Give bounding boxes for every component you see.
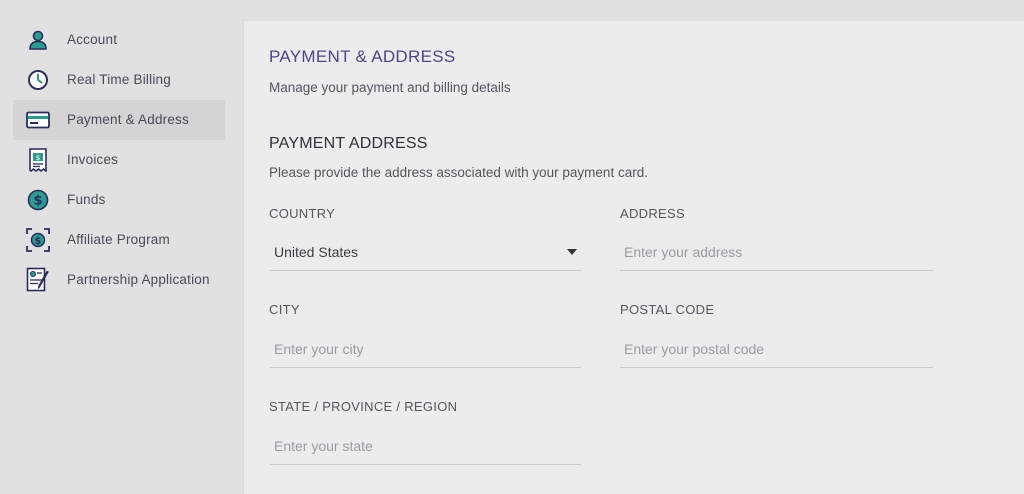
address-label: ADDRESS (620, 206, 685, 221)
sidebar-item-affiliate-program[interactable]: $ Affiliate Program (13, 220, 225, 260)
address-input[interactable] (620, 235, 933, 269)
main-panel: PAYMENT & ADDRESS Manage your payment an… (244, 21, 1024, 494)
state-input[interactable] (270, 429, 581, 463)
sidebar-item-funds[interactable]: $ Funds (13, 180, 225, 220)
dollar-coin-icon: $ (25, 188, 51, 212)
sidebar-item-label: Funds (67, 192, 106, 207)
address-field (620, 235, 933, 271)
sidebar-item-partnership-application[interactable]: Partnership Application (13, 260, 225, 300)
state-field (270, 429, 581, 465)
sidebar-item-label: Payment & Address (67, 112, 189, 127)
sidebar-item-account[interactable]: Account (13, 20, 225, 60)
sidebar-item-invoices[interactable]: $ Invoices (13, 140, 225, 180)
sidebar-item-label: Partnership Application (67, 272, 210, 287)
application-form-icon (25, 267, 51, 292)
state-label: STATE / PROVINCE / REGION (269, 399, 458, 414)
section-title: PAYMENT ADDRESS (269, 135, 428, 152)
sidebar-item-label: Account (67, 32, 118, 47)
sidebar-item-label: Real Time Billing (67, 72, 171, 87)
city-input[interactable] (270, 332, 581, 366)
sidebar-item-payment-address[interactable]: Payment & Address (13, 100, 225, 140)
city-label: CITY (269, 302, 300, 317)
sidebar: Account Real Time Billing Payment & Addr… (0, 0, 244, 494)
country-selected-value: United States (274, 244, 359, 260)
app-root: Account Real Time Billing Payment & Addr… (0, 0, 1024, 494)
page-title: PAYMENT & ADDRESS (269, 47, 456, 66)
svg-text:$: $ (33, 194, 42, 209)
affiliate-icon: $ (25, 228, 51, 252)
postal-code-field (620, 332, 933, 368)
section-description: Please provide the address associated wi… (269, 165, 648, 180)
sidebar-item-label: Affiliate Program (67, 232, 170, 247)
svg-text:$: $ (35, 236, 42, 247)
sidebar-item-real-time-billing[interactable]: Real Time Billing (13, 60, 225, 100)
sidebar-item-label: Invoices (67, 152, 119, 167)
user-icon (25, 28, 51, 52)
caret-down-icon (567, 249, 577, 255)
postal-code-input[interactable] (620, 332, 933, 366)
page-subtitle: Manage your payment and billing details (269, 80, 511, 95)
country-label: COUNTRY (269, 206, 336, 221)
clock-icon (25, 68, 51, 92)
invoice-icon: $ (25, 148, 51, 172)
city-field (270, 332, 581, 368)
country-select[interactable]: United States (270, 235, 581, 271)
postal-code-label: POSTAL CODE (620, 302, 715, 317)
svg-text:$: $ (36, 154, 40, 162)
credit-card-icon (25, 108, 51, 132)
